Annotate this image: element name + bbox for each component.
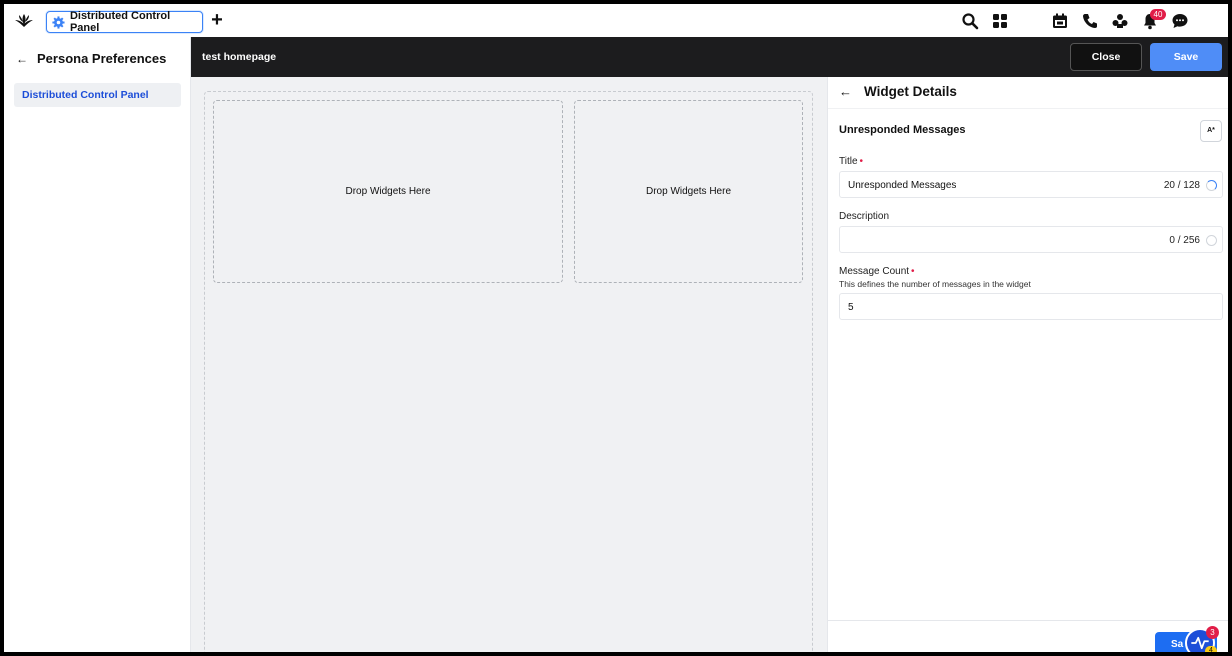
- sidebar-title: Persona Preferences: [37, 51, 167, 66]
- title-field-value: Unresponded Messages: [848, 180, 957, 191]
- message-count-value: 5: [848, 302, 854, 313]
- sidebar-item-distributed-control-panel[interactable]: Distributed Control Panel: [14, 83, 181, 107]
- required-marker: •: [859, 156, 864, 167]
- description-field[interactable]: 0 / 256: [839, 226, 1223, 253]
- layout-canvas: Drop Widgets Here Drop Widgets Here: [191, 77, 827, 652]
- title-char-counter: 20 / 128: [1163, 180, 1200, 191]
- back-arrow-icon[interactable]: ←: [16, 52, 28, 66]
- tab-distributed-control-panel[interactable]: Distributed Control Panel: [46, 10, 203, 34]
- persona-sidebar: ← Persona Preferences Distributed Contro…: [4, 37, 191, 652]
- char-limit-ring-icon: [1206, 235, 1217, 246]
- brand-logo-icon[interactable]: [14, 11, 34, 31]
- description-char-counter: 0 / 256: [1169, 235, 1200, 246]
- char-limit-ring-icon: [1206, 180, 1217, 191]
- app-window: Distributed Control Panel + 40 ← Persona…: [4, 4, 1228, 652]
- message-count-label: Message Count •: [839, 266, 915, 277]
- panel-title: Widget Details: [864, 84, 957, 99]
- divider: [828, 108, 1228, 109]
- dropzone-right[interactable]: Drop Widgets Here: [574, 100, 803, 283]
- gear-icon: [52, 15, 65, 29]
- panel-header: ← Widget Details: [839, 84, 957, 99]
- calendar-icon[interactable]: [1051, 12, 1069, 30]
- chat-icon[interactable]: [1171, 12, 1189, 30]
- dropzone-label: Drop Widgets Here: [345, 186, 431, 197]
- required-marker: •: [911, 266, 915, 277]
- top-bar: Distributed Control Panel + 40: [4, 4, 1228, 37]
- apps-grid-icon[interactable]: [991, 12, 1009, 30]
- add-tab-button[interactable]: +: [209, 10, 225, 30]
- title-label: Title •: [839, 156, 863, 167]
- tab-label: Distributed Control Panel: [69, 10, 171, 34]
- phone-icon[interactable]: [1081, 12, 1099, 30]
- back-arrow-icon[interactable]: ←: [839, 84, 852, 99]
- notification-count-badge: 40: [1150, 9, 1166, 20]
- message-count-field[interactable]: 5: [839, 293, 1223, 320]
- editor-header: test homepage Close Save: [191, 37, 1228, 77]
- widget-details-panel: ← Widget Details Unresponded Messages A*…: [827, 77, 1228, 652]
- search-icon[interactable]: [961, 12, 979, 30]
- dropzone-left[interactable]: Drop Widgets Here: [213, 100, 563, 283]
- page-name: test homepage: [202, 51, 277, 63]
- description-label: Description: [839, 211, 890, 222]
- save-button[interactable]: Save: [1150, 43, 1222, 71]
- activity-badge-top: 3: [1206, 626, 1219, 639]
- footer-divider: [828, 620, 1228, 621]
- title-field[interactable]: Unresponded Messages 20 / 128: [839, 171, 1223, 198]
- dropzone-label: Drop Widgets Here: [645, 186, 732, 197]
- close-button[interactable]: Close: [1070, 43, 1142, 71]
- message-count-label-text: Message Count: [839, 266, 910, 277]
- message-count-help: This defines the number of messages in t…: [839, 279, 1031, 289]
- translate-icon[interactable]: A*: [1200, 120, 1222, 142]
- community-icon[interactable]: [1111, 12, 1129, 30]
- title-label-text: Title: [839, 156, 858, 167]
- activity-badge-bottom: 4: [1205, 646, 1217, 652]
- sidebar-header: ← Persona Preferences: [16, 51, 166, 66]
- widget-name: Unresponded Messages: [839, 124, 966, 136]
